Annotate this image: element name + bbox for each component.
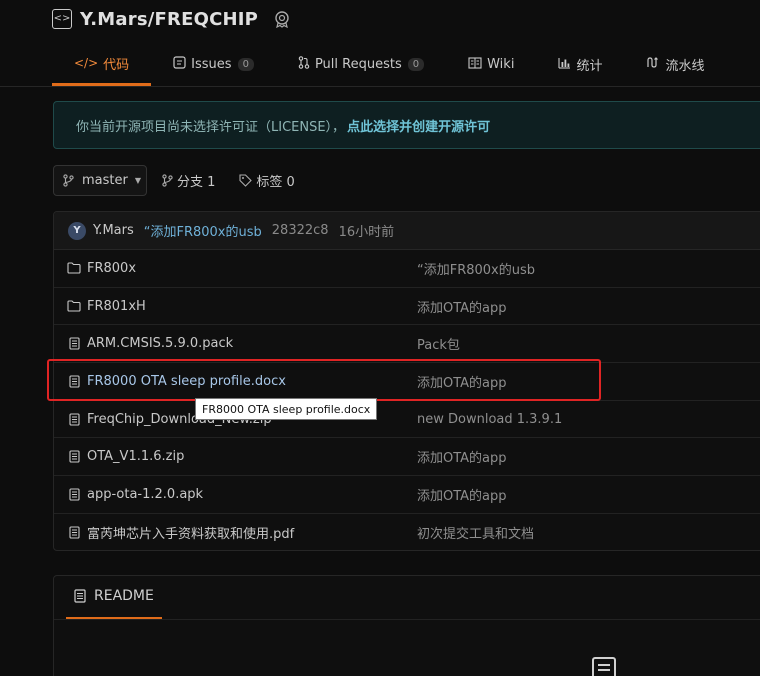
tab-pull-requests[interactable]: Pull Requests 0 bbox=[276, 46, 446, 82]
tab-label: 代码 bbox=[103, 57, 130, 73]
branch-meta: 分支 1 标签 0 bbox=[162, 165, 319, 196]
repo-icon: <> bbox=[52, 9, 72, 29]
table-row[interactable]: OTA_V1.1.6.zip 添加OTA的app bbox=[54, 438, 760, 477]
license-notice: 你当前开源项目尚未选择许可证（LICENSE）， 点此选择并创建开源许可 bbox=[53, 101, 760, 149]
tab-label: 统计 bbox=[576, 58, 603, 74]
pull-requests-count: 0 bbox=[407, 57, 425, 71]
issues-count: 0 bbox=[237, 57, 254, 71]
tab-label: Issues bbox=[191, 56, 232, 72]
folder-icon bbox=[67, 262, 81, 274]
header-divider bbox=[0, 86, 760, 87]
file-icon bbox=[67, 488, 81, 501]
tab-wiki[interactable]: Wiki bbox=[446, 46, 536, 82]
file-commit-message[interactable]: 添加OTA的app bbox=[417, 297, 507, 316]
table-row[interactable]: FreqChip_Download_New.zip new Download 1… bbox=[54, 401, 760, 439]
file-name-tooltip: FR8000 OTA sleep profile.docx bbox=[195, 398, 378, 420]
readme-header: README bbox=[54, 576, 760, 620]
certified-badge-icon[interactable] bbox=[272, 9, 292, 29]
table-row[interactable]: app-ota-1.2.0.apk 添加OTA的app bbox=[54, 476, 760, 514]
chevron-down-icon: ▼ bbox=[134, 176, 141, 185]
file-name[interactable]: FR800x bbox=[87, 261, 417, 276]
file-icon bbox=[67, 375, 81, 388]
file-name[interactable]: ARM.CMSIS.5.9.0.pack bbox=[87, 336, 417, 351]
repo-title[interactable]: Y.Mars/FREQCHIP bbox=[80, 9, 258, 30]
file-commit-message[interactable]: 初次提交工具和文档 bbox=[417, 523, 534, 542]
file-commit-message[interactable]: new Download 1.3.9.1 bbox=[417, 412, 562, 427]
branch-count-icon bbox=[162, 174, 173, 187]
readme-panel: README bbox=[53, 575, 760, 676]
file-commit-message[interactable]: “添加FR800x的usb bbox=[417, 259, 535, 278]
avatar[interactable]: Y bbox=[68, 221, 86, 240]
readme-icon bbox=[74, 589, 86, 603]
issues-icon bbox=[173, 56, 186, 72]
pipeline-icon bbox=[646, 56, 660, 72]
commit-sha[interactable]: 28322c8 bbox=[272, 223, 329, 238]
table-row[interactable]: ARM.CMSIS.5.9.0.pack Pack包 bbox=[54, 325, 760, 364]
readme-label: README bbox=[94, 588, 154, 604]
create-license-link[interactable]: 点此选择并创建开源许可 bbox=[347, 116, 490, 135]
license-notice-text: 你当前开源项目尚未选择许可证（LICENSE）， bbox=[76, 119, 346, 135]
file-icon bbox=[67, 450, 81, 463]
tab-code[interactable]: </> 代码 bbox=[52, 46, 152, 86]
table-row[interactable]: FR801xH 添加OTA的app bbox=[54, 288, 760, 326]
table-row[interactable]: FR8000 OTA sleep profile.docx 添加OTA的app bbox=[54, 363, 760, 401]
tab-stats[interactable]: 统计 bbox=[536, 46, 624, 82]
commit-message[interactable]: “添加FR800x的usb bbox=[144, 221, 262, 240]
file-name[interactable]: FR801xH bbox=[87, 299, 417, 314]
folder-icon bbox=[67, 300, 81, 312]
branch-icon bbox=[63, 174, 74, 187]
latest-commit-row: Y Y.Mars “添加FR800x的usb 28322c8 16小时前 bbox=[54, 212, 760, 250]
file-table: Y Y.Mars “添加FR800x的usb 28322c8 16小时前 FR8… bbox=[53, 211, 760, 551]
file-icon bbox=[67, 526, 81, 539]
branch-selector[interactable]: master ▼ bbox=[53, 165, 147, 196]
repo-header: <> Y.Mars/FREQCHIP bbox=[52, 6, 292, 32]
tags-label: 标签 0 bbox=[256, 175, 295, 190]
branch-name: master bbox=[82, 173, 128, 188]
file-icon bbox=[67, 337, 81, 350]
tab-label: 流水线 bbox=[665, 58, 705, 74]
readme-tab[interactable]: README bbox=[66, 575, 162, 619]
tab-label: Wiki bbox=[487, 56, 515, 72]
table-row[interactable]: 富芮坤芯片入手资料获取和使用.pdf 初次提交工具和文档 bbox=[54, 514, 760, 550]
tab-label: Pull Requests bbox=[314, 56, 402, 72]
tag-icon bbox=[239, 174, 253, 187]
branches-label: 分支 1 bbox=[177, 175, 216, 190]
repo-page: <> Y.Mars/FREQCHIP </> 代码 Issues 0 Pull … bbox=[0, 0, 760, 676]
file-commit-message[interactable]: 添加OTA的app bbox=[417, 447, 507, 466]
code-icon: </> bbox=[74, 56, 99, 70]
file-name[interactable]: app-ota-1.2.0.apk bbox=[87, 487, 417, 502]
document-icon bbox=[591, 656, 617, 676]
tab-pipeline[interactable]: 流水线 bbox=[624, 46, 726, 82]
commit-time: 16小时前 bbox=[338, 225, 395, 240]
wiki-icon bbox=[468, 56, 482, 72]
commit-author[interactable]: Y.Mars bbox=[93, 223, 134, 238]
chart-icon bbox=[558, 57, 571, 72]
file-name[interactable]: OTA_V1.1.6.zip bbox=[87, 449, 417, 464]
pull-request-icon bbox=[298, 56, 310, 72]
file-commit-message[interactable]: 添加OTA的app bbox=[417, 485, 507, 504]
repo-tabs: </> 代码 Issues 0 Pull Requests 0 Wiki 统计 … bbox=[52, 46, 726, 86]
branches-link[interactable]: 分支 1 bbox=[162, 171, 227, 190]
tags-link[interactable]: 标签 0 bbox=[239, 171, 306, 190]
file-commit-message[interactable]: Pack包 bbox=[417, 334, 460, 353]
table-row[interactable]: FR800x “添加FR800x的usb bbox=[54, 250, 760, 288]
tab-issues[interactable]: Issues 0 bbox=[151, 46, 276, 82]
file-commit-message[interactable]: 添加OTA的app bbox=[417, 372, 507, 391]
file-icon bbox=[67, 413, 81, 426]
file-name[interactable]: 富芮坤芯片入手资料获取和使用.pdf bbox=[87, 523, 417, 542]
file-name[interactable]: FR8000 OTA sleep profile.docx bbox=[87, 374, 417, 389]
